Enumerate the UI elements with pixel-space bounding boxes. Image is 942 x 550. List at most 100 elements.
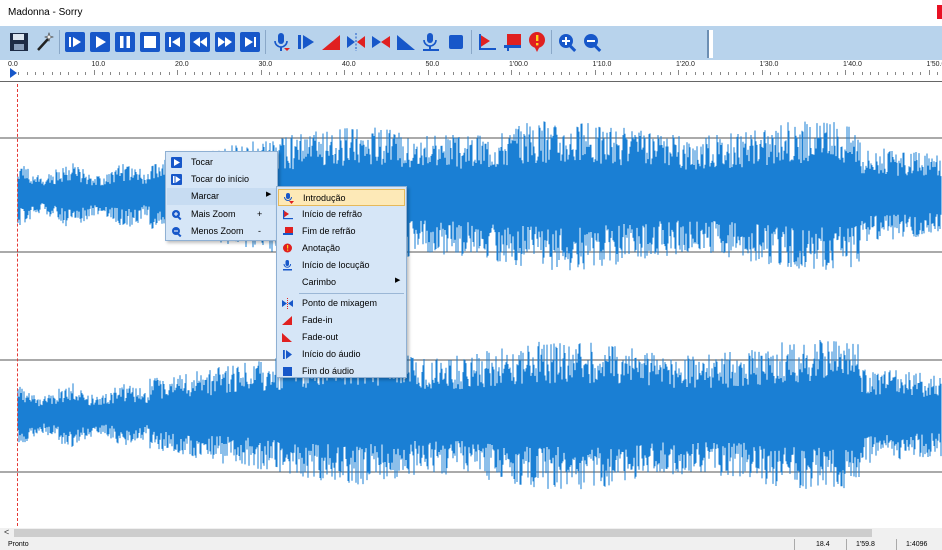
status-text: Pronto bbox=[8, 541, 29, 548]
submenu-item-inicio-de-refrao[interactable]: Início de refrão bbox=[278, 206, 405, 223]
scroll-thumb[interactable] bbox=[14, 529, 872, 537]
ruler-tick bbox=[160, 72, 162, 75]
ruler-tick bbox=[43, 72, 45, 75]
ruler-tick bbox=[352, 72, 354, 75]
ruler-tick bbox=[527, 72, 529, 75]
fade-out-button[interactable] bbox=[395, 31, 417, 53]
ruler-tick bbox=[652, 72, 654, 75]
ruler-tick bbox=[611, 72, 613, 75]
submenu-item-fim-do-audio[interactable]: Fim do áudio bbox=[278, 363, 405, 380]
play-from-start-button[interactable] bbox=[64, 31, 86, 53]
ruler-tick bbox=[227, 72, 229, 75]
rewind-button[interactable] bbox=[189, 31, 211, 53]
skip-forward-button[interactable] bbox=[239, 31, 261, 53]
save-button[interactable] bbox=[8, 31, 30, 53]
zoom-out-button[interactable] bbox=[581, 31, 603, 53]
submenu-item-inicio-do-audio[interactable]: Início do áudio bbox=[278, 346, 405, 363]
annotation-button[interactable] bbox=[526, 31, 548, 53]
ruler-tick bbox=[669, 72, 671, 75]
microphone-icon bbox=[270, 31, 292, 53]
fast-forward-button[interactable] bbox=[214, 31, 236, 53]
context-menu: Tocar Tocar do início Marcar ▶ Mais Zoom… bbox=[165, 151, 278, 241]
close-button[interactable] bbox=[937, 5, 942, 19]
fast-forward-icon bbox=[214, 31, 236, 53]
chorus-start-button[interactable] bbox=[476, 31, 498, 53]
ruler-tick bbox=[536, 72, 538, 75]
play-button[interactable] bbox=[89, 31, 111, 53]
time-ruler[interactable]: 0.0 10.0 20.0 30.0 40.0 50.0 1'00.0 1'10.0 1'20.… bbox=[0, 60, 942, 82]
ruler-tick bbox=[878, 72, 880, 75]
ruler-tick bbox=[35, 72, 37, 75]
ruler-tick bbox=[828, 72, 830, 75]
fade-in-button[interactable] bbox=[320, 31, 342, 53]
ruler-tick bbox=[811, 72, 813, 75]
ruler-tick bbox=[519, 72, 521, 75]
ruler-label: 0.0 bbox=[8, 61, 18, 68]
audio-end-button[interactable] bbox=[445, 31, 467, 53]
ruler-tick bbox=[561, 72, 563, 75]
ruler-tick bbox=[769, 72, 771, 75]
audio-end-icon bbox=[445, 31, 467, 53]
ruler-tick bbox=[903, 72, 905, 75]
horizontal-scrollbar[interactable]: < bbox=[0, 527, 942, 538]
fade-in-icon bbox=[282, 315, 293, 326]
audio-start-icon bbox=[295, 31, 317, 53]
annotation-icon bbox=[526, 31, 548, 53]
ruler-tick bbox=[318, 72, 320, 75]
microphone-button[interactable] bbox=[270, 31, 292, 53]
zoom-in-button[interactable] bbox=[556, 31, 578, 53]
menu-item-marcar[interactable]: Marcar ▶ bbox=[167, 188, 276, 205]
mix-point-button[interactable] bbox=[345, 31, 367, 53]
ruler-tick bbox=[761, 70, 763, 75]
save-icon bbox=[8, 31, 30, 53]
stop-icon bbox=[139, 31, 161, 53]
submenu-item-fade-in[interactable]: Fade-in bbox=[278, 312, 405, 329]
voice-start-button[interactable] bbox=[420, 31, 442, 53]
submenu-item-carimbo[interactable]: Carimbo ▶ bbox=[278, 274, 405, 291]
zoom-out-icon bbox=[171, 226, 182, 237]
mix-point-end-button[interactable] bbox=[370, 31, 392, 53]
waveform[interactable] bbox=[0, 82, 942, 528]
ruler-tick bbox=[268, 72, 270, 75]
submenu-item-anotacao[interactable]: Anotação bbox=[278, 240, 405, 257]
audio-start-button[interactable] bbox=[295, 31, 317, 53]
menu-item-tocar-do-inicio[interactable]: Tocar do início bbox=[167, 171, 276, 188]
playhead-marker-icon[interactable] bbox=[10, 68, 17, 78]
ruler-tick bbox=[469, 72, 471, 75]
play-from-start-icon bbox=[64, 31, 86, 53]
ruler-tick bbox=[285, 72, 287, 75]
menu-item-menos-zoom[interactable]: Menos Zoom - bbox=[167, 223, 276, 240]
window-title: Madonna - Sorry bbox=[8, 7, 83, 18]
submenu-item-introducao[interactable]: Introdução bbox=[278, 189, 405, 206]
ruler-tick bbox=[243, 72, 245, 75]
stop-button[interactable] bbox=[139, 31, 161, 53]
pause-button[interactable] bbox=[114, 31, 136, 53]
ruler-tick bbox=[477, 72, 479, 75]
ruler-tick bbox=[93, 70, 95, 75]
ruler-label: 1'10.0 bbox=[592, 61, 612, 68]
ruler-tick bbox=[427, 70, 429, 75]
toolbar-grip[interactable] bbox=[707, 30, 713, 58]
wand-button[interactable] bbox=[34, 31, 56, 53]
submenu-item-fade-out[interactable]: Fade-out bbox=[278, 329, 405, 346]
ruler-tick bbox=[744, 72, 746, 75]
submenu-item-fim-de-refrao[interactable]: Fim de refrão bbox=[278, 223, 405, 240]
menu-item-mais-zoom[interactable]: Mais Zoom + bbox=[167, 206, 276, 223]
ruler-tick bbox=[845, 70, 846, 75]
chorus-end-button[interactable] bbox=[501, 31, 523, 53]
menu-item-tocar[interactable]: Tocar bbox=[167, 154, 276, 171]
scroll-left-icon[interactable]: < bbox=[4, 527, 9, 537]
submenu-item-inicio-de-locucao[interactable]: Início de locução bbox=[278, 257, 405, 274]
submenu-item-ponto-de-mixagem[interactable]: Ponto de mixagem bbox=[278, 295, 405, 312]
ruler-tick bbox=[728, 72, 730, 75]
audio-start-icon bbox=[282, 349, 293, 360]
ruler-tick bbox=[293, 72, 295, 75]
waveform-area[interactable] bbox=[0, 82, 942, 528]
status-value-duration: 1'59.8 bbox=[856, 541, 875, 548]
ruler-tick bbox=[895, 72, 897, 75]
ruler-tick bbox=[126, 72, 128, 75]
ruler-tick bbox=[85, 72, 87, 75]
skip-back-button[interactable] bbox=[164, 31, 186, 53]
ruler-tick bbox=[360, 72, 362, 75]
title-bar: Madonna - Sorry bbox=[0, 0, 942, 26]
